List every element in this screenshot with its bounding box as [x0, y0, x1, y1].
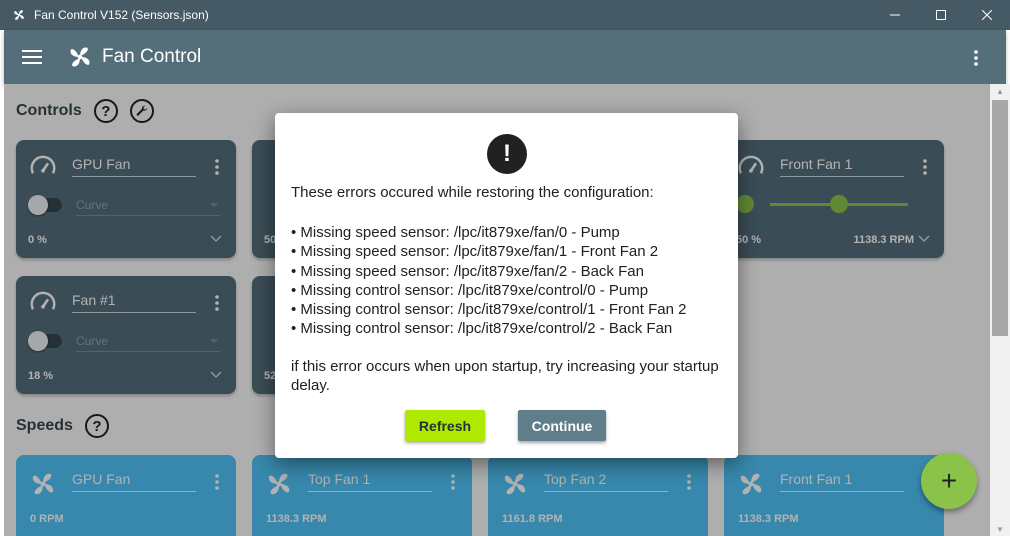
fan-app-icon — [4, 8, 34, 22]
error-item: • Missing speed sensor: /lpc/it879xe/fan… — [291, 262, 644, 280]
error-item: • Missing control sensor: /lpc/it879xe/c… — [291, 281, 649, 299]
error-item: • Missing speed sensor: /lpc/it879xe/fan… — [291, 224, 620, 241]
add-button[interactable]: + — [921, 453, 977, 509]
scroll-down-arrow-icon[interactable]: ▼ — [990, 522, 1010, 536]
error-dialog: ! These errors occured while restoring t… — [275, 113, 738, 458]
error-item: • Missing control sensor: /lpc/it879xe/c… — [291, 301, 687, 319]
scroll-up-arrow-icon[interactable]: ▲ — [990, 84, 1010, 98]
error-icon: ! — [487, 134, 527, 174]
dialog-message: These errors occured while restoring the… — [291, 184, 654, 201]
fan-logo-icon — [60, 43, 100, 71]
scrollbar-thumb[interactable] — [992, 100, 1008, 336]
close-button[interactable] — [964, 0, 1010, 30]
window-title: Fan Control V152 (Sensors.json) — [34, 8, 209, 22]
window-titlebar: Fan Control V152 (Sensors.json) — [0, 0, 1010, 30]
vertical-scrollbar[interactable]: ▲ ▼ — [990, 84, 1010, 536]
refresh-button[interactable]: Refresh — [405, 410, 485, 441]
app-title: Fan Control — [102, 46, 202, 67]
error-item: • Missing speed sensor: /lpc/it879xe/fan… — [291, 243, 659, 261]
minimize-button[interactable] — [872, 0, 918, 30]
dialog-hint: if this error occurs when upon startup, … — [291, 358, 719, 395]
continue-button[interactable]: Continue — [518, 410, 606, 441]
window-controls — [872, 0, 1010, 30]
hamburger-menu-icon[interactable] — [4, 30, 60, 84]
more-options-icon[interactable] — [966, 48, 986, 68]
error-item: • Missing control sensor: /lpc/it879xe/c… — [291, 320, 673, 338]
maximize-button[interactable] — [918, 0, 964, 30]
app-bar: Fan Control — [4, 30, 1006, 84]
error-list: • Missing speed sensor: /lpc/it879xe/fan… — [291, 223, 731, 339]
